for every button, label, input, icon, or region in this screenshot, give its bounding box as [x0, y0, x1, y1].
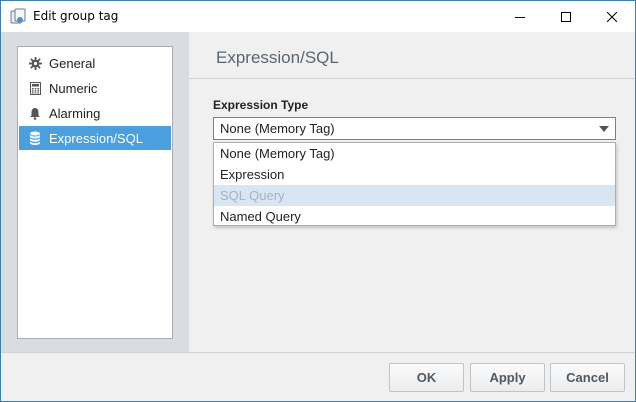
sidebar-item-general[interactable]: General [19, 51, 171, 75]
sidebar-item-numeric[interactable]: Numeric [19, 76, 171, 100]
minimize-button[interactable] [497, 1, 543, 32]
apply-button[interactable]: Apply [470, 363, 545, 392]
sidebar-item-label: Expression/SQL [49, 130, 143, 146]
dropdown-option-none-memory-tag[interactable]: None (Memory Tag) [214, 143, 615, 164]
sidebar-item-alarming[interactable]: Alarming [19, 101, 171, 125]
expression-type-selected-value: None (Memory Tag) [220, 121, 335, 136]
dropdown-option-expression[interactable]: Expression [214, 164, 615, 185]
edit-group-tag-dialog: Edit group tag General Numeric Alarming … [0, 0, 636, 402]
chevron-down-icon[interactable] [599, 126, 609, 132]
tag-app-icon [10, 8, 26, 24]
close-icon [607, 11, 617, 22]
title-bar[interactable]: Edit group tag [1, 1, 635, 32]
sidebar-panel: General Numeric Alarming Expression/SQL [1, 32, 189, 352]
maximize-button[interactable] [543, 1, 589, 32]
maximize-icon [561, 11, 571, 22]
sidebar-item-label: Numeric [49, 80, 98, 96]
sidebar-item-expression-sql[interactable]: Expression/SQL [19, 126, 171, 150]
minimize-icon [515, 16, 525, 18]
category-list: General Numeric Alarming Expression/SQL [17, 46, 173, 339]
expression-type-select[interactable]: None (Memory Tag) [213, 117, 616, 140]
dropdown-option-sql-query[interactable]: SQL Query [214, 185, 615, 206]
sidebar-item-label: Alarming [49, 105, 101, 121]
expression-type-dropdown: None (Memory Tag) Expression SQL Query N… [213, 142, 616, 226]
ok-button[interactable]: OK [389, 363, 464, 392]
section-title: Expression/SQL [216, 48, 339, 67]
content-panel: Expression/SQL Expression Type None (Mem… [189, 32, 635, 352]
dialog-footer: OK Apply Cancel [1, 353, 635, 401]
calculator-icon [28, 81, 42, 95]
section-divider [189, 78, 635, 79]
gear-icon [28, 56, 42, 70]
expression-type-label: Expression Type [213, 98, 309, 112]
cancel-button[interactable]: Cancel [550, 363, 625, 392]
bell-icon [28, 106, 42, 120]
sidebar-item-label: General [49, 55, 96, 71]
dropdown-option-named-query[interactable]: Named Query [214, 206, 615, 227]
close-button[interactable] [589, 1, 635, 32]
database-icon [28, 131, 42, 145]
window-title: Edit group tag [33, 9, 119, 23]
